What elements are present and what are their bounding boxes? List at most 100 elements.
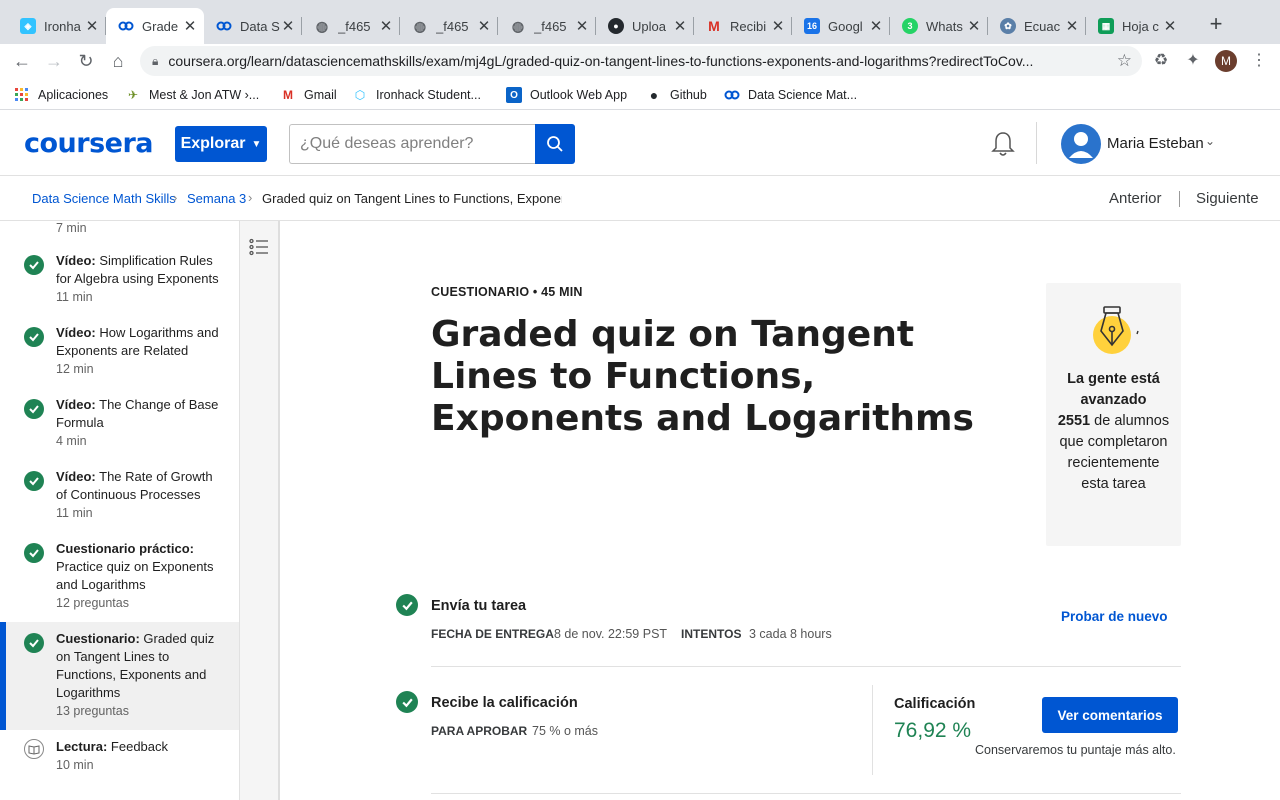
grade-label: Calificación — [894, 696, 976, 712]
bookmark-data-science[interactable]: Data Science Mat... — [724, 86, 857, 104]
breadcrumb-course[interactable]: Data Science Math Skills — [32, 191, 176, 206]
item-type: Vídeo: — [56, 469, 96, 484]
new-tab-plus-icon[interactable]: + — [1204, 12, 1228, 36]
tab-label: Whats — [926, 18, 963, 34]
coursera-logo[interactable]: coursera — [24, 128, 154, 159]
home-icon[interactable]: ⌂ — [106, 49, 130, 73]
sidebar-item-change-of-base[interactable]: Vídeo: The Change of Base Formula 4 min — [0, 393, 239, 465]
search-icon — [547, 136, 563, 152]
chevron-down-icon[interactable]: ⌄ — [1205, 134, 1215, 148]
browser-tab-sheets[interactable]: ▦ Hoja c ✕ — [1086, 8, 1184, 44]
close-icon[interactable]: ✕ — [378, 17, 394, 35]
breadcrumb: Data Science Math Skills › Semana 3 › Gr… — [0, 177, 1280, 221]
close-icon[interactable]: ✕ — [574, 17, 590, 35]
close-icon[interactable]: ✕ — [182, 17, 198, 35]
browser-tab-upload[interactable]: ● Uploa ✕ — [596, 8, 694, 44]
divider — [431, 666, 1181, 667]
tab-label: Ecuac — [1024, 18, 1061, 34]
close-icon[interactable]: ✕ — [868, 17, 884, 35]
close-icon[interactable]: ✕ — [280, 17, 296, 35]
bookmark-label: Ironhack Student... — [376, 88, 481, 102]
whatsapp-icon: 3 — [902, 18, 918, 34]
completed-check-icon — [24, 399, 44, 419]
bookmark-mest-jon[interactable]: ✈ Mest & Jon ATW ›... — [125, 86, 259, 104]
sidebar-item-logarithms-exponents[interactable]: Vídeo: How Logarithms and Exponents are … — [0, 321, 239, 393]
notifications-bell-icon[interactable] — [990, 130, 1016, 158]
gear-globe-icon: ✿ — [1000, 18, 1016, 34]
explore-button[interactable]: Explorar ▼ — [175, 126, 267, 162]
browser-tab-google-calendar[interactable]: 16 Googl ✕ — [792, 8, 890, 44]
assignment-kicker: CUESTIONARIO • 45 MIN — [431, 285, 583, 299]
item-meta: 4 min — [56, 434, 87, 448]
bookmark-outlook[interactable]: O Outlook Web App — [506, 86, 627, 104]
next-link[interactable]: Siguiente — [1196, 190, 1259, 207]
browser-tab-ecuaciones[interactable]: ✿ Ecuac ✕ — [988, 8, 1086, 44]
browser-tab-gmail[interactable]: M Recibi ✕ — [694, 8, 792, 44]
bookmark-ironhack[interactable]: ⬡ Ironhack Student... — [352, 86, 481, 104]
pass-label: PARA APROBAR — [431, 724, 528, 738]
explore-label: Explorar — [180, 135, 246, 152]
item-meta: 7 min — [56, 221, 87, 235]
tab-label: Googl — [828, 18, 863, 34]
ironhack-favicon-icon: ◈ — [20, 18, 36, 34]
close-icon[interactable]: ✕ — [966, 17, 982, 35]
chevron-right-icon: › — [248, 190, 253, 205]
tab-label: _f465 — [534, 18, 567, 34]
toc-toggle-panel[interactable] — [240, 221, 280, 800]
sidebar-item-simplification-rules[interactable]: Vídeo: Simplification Rules for Algebra … — [0, 249, 239, 321]
sidebar-item-graded-quiz[interactable]: Cuestionario: Graded quiz on Tangent Lin… — [0, 622, 239, 730]
sidebar-item-feedback-reading[interactable]: Lectura: Feedback 10 min — [0, 735, 239, 795]
bookmark-label: Aplicaciones — [38, 88, 109, 102]
search-input[interactable]: ¿Qué deseas aprender? — [289, 124, 535, 164]
try-again-button[interactable]: Probar de nuevo — [1061, 609, 1168, 624]
close-icon[interactable]: ✕ — [1162, 17, 1178, 35]
coursera-favicon-icon — [118, 18, 134, 34]
completed-check-icon — [24, 255, 44, 275]
close-icon[interactable]: ✕ — [84, 17, 100, 35]
apps-grid-icon — [14, 87, 30, 103]
browser-tab-graded-quiz[interactable]: Grade ✕ — [106, 8, 204, 44]
close-icon[interactable]: ✕ — [476, 17, 492, 35]
recycle-extension-icon[interactable]: ♻ — [1150, 50, 1172, 72]
highest-score-note: Conservaremos tu puntaje más alto. — [975, 743, 1176, 757]
item-meta: 12 preguntas — [56, 596, 129, 610]
browser-tab-data-science[interactable]: Data S ✕ — [204, 8, 302, 44]
sidebar-item-practice-quiz[interactable]: Cuestionario práctico: Practice quiz on … — [0, 537, 239, 627]
close-icon[interactable]: ✕ — [672, 17, 688, 35]
list-icon[interactable] — [249, 238, 269, 256]
github-icon: ● — [649, 87, 659, 103]
sidebar-item-rate-of-growth[interactable]: Vídeo: The Rate of Growth of Continuous … — [0, 465, 239, 537]
kebab-menu-icon[interactable]: ⋮ — [1248, 50, 1270, 72]
bookmark-star-icon[interactable]: ☆ — [1117, 51, 1132, 71]
item-type: Cuestionario práctico: — [56, 541, 194, 556]
item-meta: 11 min — [56, 290, 93, 304]
search-button[interactable] — [535, 124, 575, 164]
address-bar[interactable]: 🔒︎ coursera.org/learn/datasciencemathski… — [140, 46, 1142, 76]
close-icon[interactable]: ✕ — [770, 17, 786, 35]
view-feedback-button[interactable]: Ver comentarios — [1042, 697, 1178, 733]
browser-tab-ironhack[interactable]: ◈ Ironha ✕ — [8, 8, 106, 44]
reload-icon[interactable]: ↻ — [74, 49, 98, 73]
previous-link[interactable]: Anterior — [1109, 190, 1162, 207]
browser-tab-f465-3[interactable]: ◍ _f465 ✕ — [498, 8, 596, 44]
bookmark-gmail[interactable]: M Gmail — [280, 86, 337, 104]
browser-tab-f465-1[interactable]: ◍ _f465 ✕ — [302, 8, 400, 44]
submit-heading: Envía tu tarea — [431, 598, 527, 614]
gmail-icon: M — [708, 18, 720, 34]
forward-arrow-icon[interactable]: → — [42, 49, 66, 73]
browser-profile-avatar[interactable]: M — [1215, 50, 1237, 72]
browser-tab-f465-2[interactable]: ◍ _f465 ✕ — [400, 8, 498, 44]
browser-tab-whatsapp[interactable]: 3 Whats ✕ — [890, 8, 988, 44]
bookmarks-bar: Aplicaciones ✈ Mest & Jon ATW ›... M Gma… — [0, 80, 1280, 110]
puzzle-extensions-icon[interactable]: ✦ — [1182, 50, 1204, 72]
user-avatar[interactable] — [1061, 124, 1101, 164]
globe-icon: ◍ — [413, 17, 427, 34]
back-arrow-icon[interactable]: ← — [10, 49, 34, 73]
user-name[interactable]: Maria Esteban — [1107, 135, 1204, 152]
close-icon[interactable]: ✕ — [1064, 17, 1080, 35]
bookmark-apps[interactable]: Aplicaciones — [14, 86, 108, 104]
breadcrumb-week[interactable]: Semana 3 — [187, 191, 246, 206]
bookmark-label: Mest & Jon ATW ›... — [149, 88, 260, 102]
url-text[interactable]: coursera.org/learn/datasciencemathskills… — [168, 53, 1116, 69]
bookmark-github[interactable]: ● Github — [646, 86, 707, 104]
